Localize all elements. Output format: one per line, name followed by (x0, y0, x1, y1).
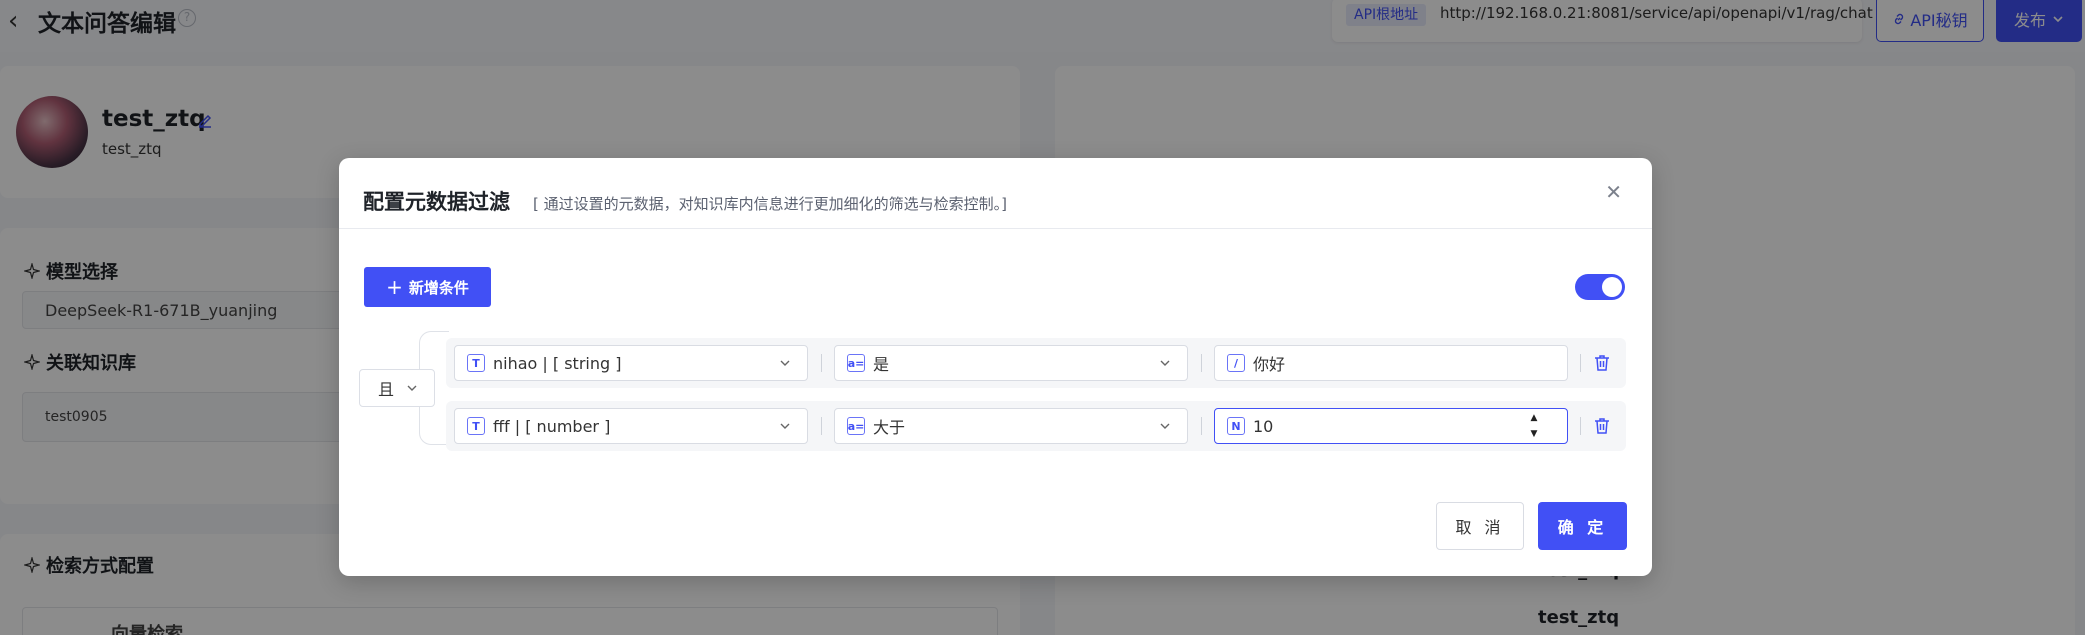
toggle-knob (1602, 277, 1622, 297)
operator-select[interactable]: a= 是 (834, 345, 1188, 381)
dialog-header: 配置元数据过滤 [ 通过设置的元数据，对知识库内信息进行更加细化的筛选与检索控制… (339, 158, 1652, 229)
operator-select-value: 大于 (873, 418, 906, 437)
operator-icon: a= (847, 417, 865, 435)
operator-select[interactable]: a= 大于 (834, 408, 1188, 444)
logic-operator-value: 且 (378, 380, 395, 399)
divider (1201, 417, 1202, 435)
number-stepper[interactable]: ▲ ▼ (1527, 411, 1541, 441)
increment-icon[interactable]: ▲ (1531, 411, 1538, 425)
divider (1201, 354, 1202, 372)
divider (1580, 417, 1581, 435)
number-value-input[interactable]: N 10 ▲ ▼ (1214, 408, 1568, 444)
chevron-down-icon (780, 423, 790, 429)
dialog-title: 配置元数据过滤 (363, 190, 510, 214)
plus-icon: + (386, 275, 403, 299)
decrement-icon[interactable]: ▼ (1531, 427, 1538, 441)
text-type-icon: T (467, 417, 485, 435)
chevron-down-icon (1160, 360, 1170, 366)
metadata-filter-dialog: 配置元数据过滤 [ 通过设置的元数据，对知识库内信息进行更加细化的筛选与检索控制… (339, 158, 1652, 576)
delete-icon[interactable] (1592, 416, 1612, 436)
close-icon[interactable]: ✕ (1605, 182, 1622, 202)
divider (821, 417, 822, 435)
text-type-icon: T (467, 354, 485, 372)
divider (821, 354, 822, 372)
operator-select-value: 是 (873, 355, 890, 374)
add-condition-button[interactable]: + 新增条件 (364, 267, 491, 307)
field-select[interactable]: T fff | [ number ] (454, 408, 808, 444)
operator-icon: a= (847, 354, 865, 372)
number-value-icon: N (1227, 417, 1245, 435)
condition-row: T nihao | [ string ] a= 是 / 你好 (446, 338, 1626, 388)
delete-icon[interactable] (1592, 353, 1612, 373)
divider (1580, 354, 1581, 372)
string-value-icon: / (1227, 354, 1245, 372)
value-input-text: 10 (1253, 416, 1274, 436)
chevron-down-icon (1160, 423, 1170, 429)
dialog-subtitle: [ 通过设置的元数据，对知识库内信息进行更加细化的筛选与检索控制。] (533, 195, 1007, 213)
add-condition-label: 新增条件 (408, 278, 469, 297)
value-input[interactable]: / 你好 (1214, 345, 1568, 381)
field-select[interactable]: T nihao | [ string ] (454, 345, 808, 381)
filter-toggle[interactable] (1575, 274, 1625, 300)
cancel-button[interactable]: 取 消 (1436, 502, 1524, 550)
confirm-button[interactable]: 确 定 (1538, 502, 1627, 550)
condition-row: T fff | [ number ] a= 大于 N 10 ▲ ▼ (446, 401, 1626, 451)
value-input-text: 你好 (1253, 355, 1286, 374)
field-select-value: fff | [ number ] (493, 416, 611, 436)
logic-operator-select[interactable]: 且 (359, 369, 435, 407)
chevron-down-icon (407, 385, 417, 391)
chevron-down-icon (780, 360, 790, 366)
field-select-value: nihao | [ string ] (493, 353, 622, 373)
